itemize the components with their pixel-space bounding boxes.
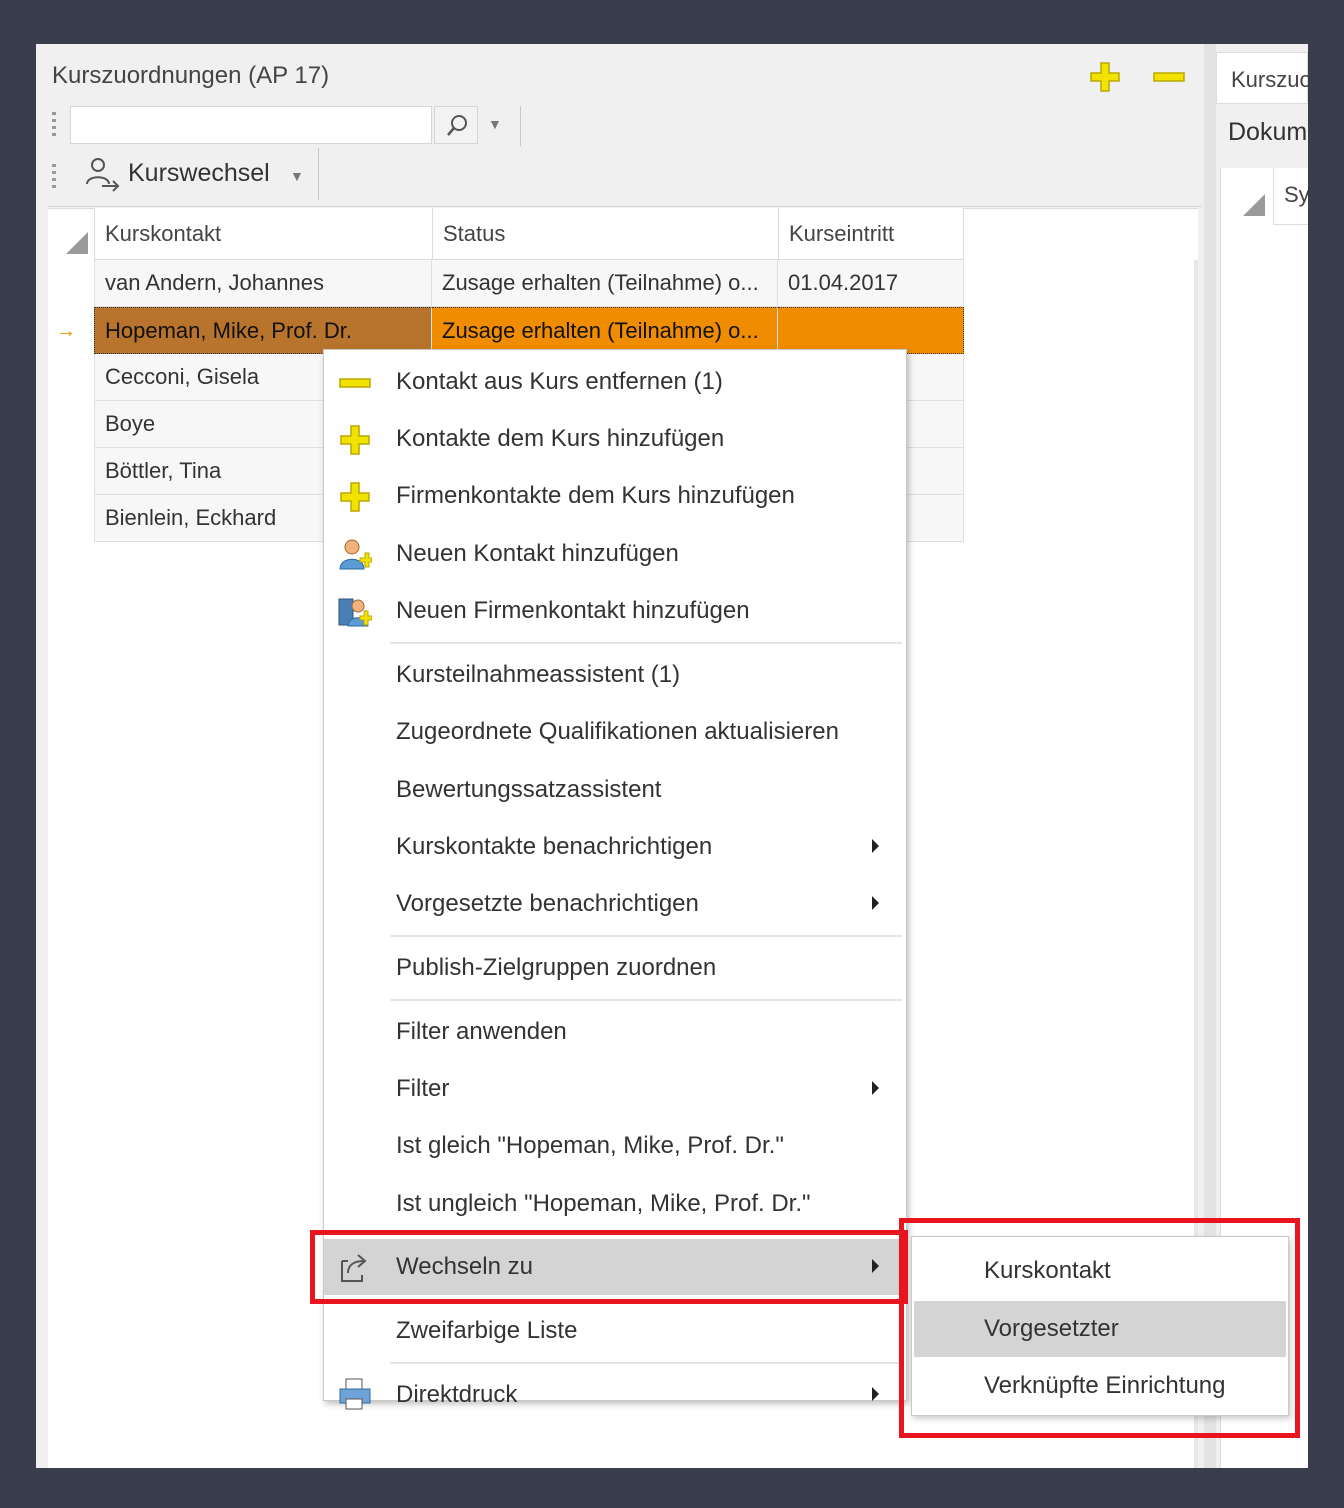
menu-separator: [390, 999, 902, 1001]
search-dropdown-icon[interactable]: ▼: [488, 116, 502, 132]
search-icon: [447, 115, 467, 136]
user-switch-icon: [86, 158, 120, 192]
menu-item-label: Publish-Zielgruppen zuordnen: [396, 954, 717, 981]
highlight-box-submenu: [899, 1218, 1300, 1438]
menu-item-label: Kurskontakte benachrichtigen: [396, 833, 713, 860]
table-row[interactable]: van Andern, Johannes Zusage erhalten (Te…: [94, 260, 964, 307]
column-header-label: Kurskontakt: [105, 221, 222, 246]
menu-item-update-qualifications[interactable]: Zugeordnete Qualifikationen aktualisiere…: [324, 704, 906, 760]
menu-item-remove-contact[interactable]: Kontakt aus Kurs entfernen (1): [324, 354, 906, 410]
highlight-box-switch-to: [310, 1230, 908, 1304]
menu-item-publish-target-groups[interactable]: Publish-Zielgruppen zuordnen: [324, 940, 906, 996]
menu-item-new-company-contact[interactable]: Neuen Firmenkontakt hinzufügen: [324, 583, 906, 639]
menu-item-notify-supervisors[interactable]: Vorgesetzte benachrichtigen: [324, 876, 906, 932]
column-header-kurskontakt[interactable]: Kurskontakt: [94, 208, 462, 260]
minus-icon: [339, 378, 371, 388]
menu-item-label: Kursteilnahmeassistent (1): [396, 661, 681, 688]
menu-item-two-color-list[interactable]: Zweifarbige Liste: [324, 1303, 906, 1359]
cell-kurskontakt[interactable]: van Andern, Johannes: [94, 260, 432, 307]
submenu-arrow-icon: [872, 839, 879, 853]
current-row-arrow-icon: →: [56, 320, 76, 342]
toolbar-separator: [520, 106, 521, 146]
menu-item-new-contact[interactable]: Neuen Kontakt hinzufügen: [324, 526, 906, 582]
table-row-selected[interactable]: Hopeman, Mike, Prof. Dr. Zusage erhalten…: [94, 307, 964, 354]
menu-separator: [390, 642, 902, 644]
tab-label: Kurszuo: [1231, 67, 1308, 92]
column-header-label: Status: [443, 221, 506, 246]
print-icon: [339, 1378, 371, 1410]
column-header-label: Kurseintritt: [789, 221, 895, 246]
toolbar-grip[interactable]: [52, 112, 56, 136]
new-company-contact-icon: [338, 598, 372, 627]
tab-dokumente[interactable]: Dokum: [1228, 118, 1307, 147]
menu-separator: [390, 1362, 902, 1364]
menu-item-add-company-contacts[interactable]: Firmenkontakte dem Kurs hinzufügen: [324, 468, 906, 524]
panel-title: Kurszuordnungen (AP 17): [52, 62, 330, 89]
menu-item-label: Filter: [396, 1075, 450, 1102]
toolbar-separator: [318, 148, 319, 200]
column-header-status[interactable]: Status: [432, 208, 778, 260]
column-header[interactable]: Sy: [1273, 168, 1308, 225]
toolbar-grip[interactable]: [52, 164, 56, 188]
tab-kurszuordnungen[interactable]: Kurszuo: [1216, 52, 1308, 104]
menu-item-course-participation-wizard[interactable]: Kursteilnahmeassistent (1): [324, 647, 906, 703]
menu-item-label: Neuen Firmenkontakt hinzufügen: [396, 597, 750, 624]
menu-item-label: Kontakte dem Kurs hinzufügen: [396, 425, 725, 452]
submenu-arrow-icon: [872, 896, 879, 910]
search-button[interactable]: [434, 106, 478, 144]
menu-separator: [390, 935, 902, 937]
menu-item-notify-course-contacts[interactable]: Kurskontakte benachrichtigen: [324, 819, 906, 875]
new-contact-icon: [339, 539, 372, 570]
cell-status[interactable]: Zusage erhalten (Teilnahme) o...: [432, 307, 778, 354]
cell-status[interactable]: Zusage erhalten (Teilnahme) o...: [432, 260, 778, 307]
plus-icon: [340, 425, 370, 455]
grid-corner-icon[interactable]: [1243, 194, 1265, 216]
add-plus-icon[interactable]: [1088, 60, 1122, 94]
column-header-kurseintritt[interactable]: Kurseintritt: [778, 208, 964, 260]
menu-item-label: Ist gleich "Hopeman, Mike, Prof. Dr.": [396, 1132, 784, 1159]
menu-item-label: Zugeordnete Qualifikationen aktualisiere…: [396, 718, 839, 745]
menu-item-label: Firmenkontakte dem Kurs hinzufügen: [396, 482, 795, 509]
column-header-label: Sy: [1284, 182, 1308, 207]
menu-item-equals-filter[interactable]: Ist gleich "Hopeman, Mike, Prof. Dr.": [324, 1118, 906, 1174]
kurswechsel-label: Kurswechsel: [128, 159, 270, 187]
menu-item-label: Direktdruck: [396, 1381, 518, 1408]
menu-item-label: Ist ungleich "Hopeman, Mike, Prof. Dr.": [396, 1190, 811, 1217]
search-input[interactable]: [70, 106, 432, 144]
menu-item-rating-wizard[interactable]: Bewertungssatzassistent: [324, 762, 906, 818]
menu-item-not-equals-filter[interactable]: Ist ungleich "Hopeman, Mike, Prof. Dr.": [324, 1176, 906, 1232]
toolbar-divider: [48, 206, 1202, 207]
submenu-arrow-icon: [872, 1387, 879, 1401]
cell-kurskontakt[interactable]: Hopeman, Mike, Prof. Dr.: [94, 307, 432, 354]
menu-item-label: Bewertungssatzassistent: [396, 776, 662, 803]
menu-item-apply-filter[interactable]: Filter anwenden: [324, 1004, 906, 1060]
remove-minus-icon[interactable]: [1152, 68, 1186, 86]
menu-item-label: Kontakt aus Kurs entfernen (1): [396, 368, 723, 395]
kurswechsel-dropdown-icon[interactable]: ▼: [290, 168, 304, 184]
menu-item-filter[interactable]: Filter: [324, 1061, 906, 1117]
menu-item-label: Neuen Kontakt hinzufügen: [396, 540, 679, 567]
plus-icon: [340, 482, 370, 512]
menu-item-direct-print[interactable]: Direktdruck: [324, 1367, 906, 1410]
grid-corner-icon[interactable]: [66, 232, 88, 254]
menu-item-label: Zweifarbige Liste: [396, 1317, 578, 1344]
menu-item-label: Vorgesetzte benachrichtigen: [396, 890, 699, 917]
submenu-arrow-icon: [872, 1081, 879, 1095]
menu-item-label: Filter anwenden: [396, 1018, 567, 1045]
cell-kurseintritt[interactable]: [778, 307, 964, 354]
menu-item-add-contacts[interactable]: Kontakte dem Kurs hinzufügen: [324, 411, 906, 467]
cell-kurseintritt[interactable]: 01.04.2017: [778, 260, 964, 307]
